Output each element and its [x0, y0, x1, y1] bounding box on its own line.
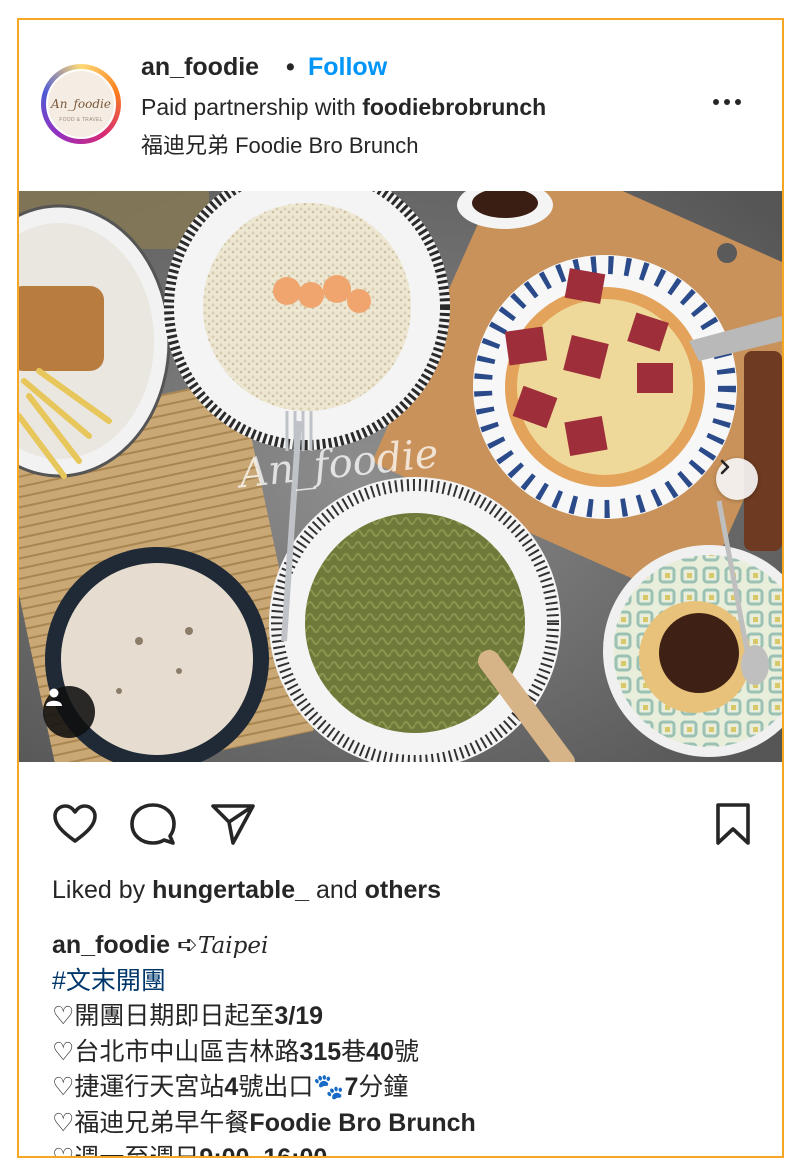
- caption-line: ♡捷運行天宮站4號出口🐾7分鐘: [52, 1070, 762, 1106]
- caption-line: ♡開團日期即日起至3/19: [52, 999, 762, 1035]
- caption-text: 號: [393, 1037, 419, 1066]
- avatar-story-ring[interactable]: An_foodie FOOD & TRAVEL: [41, 64, 121, 144]
- caption-bold-text: 7: [344, 1073, 359, 1101]
- likes-others[interactable]: others: [365, 876, 441, 904]
- partner-link[interactable]: foodiebrobrunch: [362, 94, 546, 120]
- caption-text: 號出口🐾: [238, 1073, 345, 1101]
- likes-prefix: Liked by: [52, 876, 153, 904]
- caption-text: 巷: [341, 1037, 367, 1066]
- post-caption: an_foodie ➪Taipei #文末開團 ♡開團日期即日起至3/19 ♡台…: [52, 928, 762, 1158]
- comment-icon[interactable]: [129, 800, 177, 848]
- caption-header-line: an_foodie ➪Taipei: [52, 928, 762, 964]
- heart-icon[interactable]: [51, 800, 99, 848]
- caption-bold-text: 40: [366, 1037, 394, 1066]
- caption-username[interactable]: an_foodie: [52, 931, 170, 959]
- caption-place: Taipei: [197, 933, 269, 959]
- caption-text: ♡捷運行天宮站: [52, 1073, 225, 1101]
- post-photo[interactable]: An_foodie: [19, 191, 782, 762]
- more-options-icon[interactable]: [707, 82, 747, 122]
- caption-bold-text: 4: [224, 1073, 239, 1101]
- send-icon[interactable]: [209, 800, 257, 848]
- partnership-prefix: Paid partnership with: [141, 94, 363, 120]
- hashtag-link[interactable]: #文末開團: [52, 967, 166, 995]
- user-tag-icon[interactable]: [43, 686, 95, 738]
- follow-button[interactable]: Follow: [308, 53, 387, 82]
- likes-middle: and: [309, 876, 365, 904]
- caption-text: ♡台北市中山區吉林路: [52, 1037, 300, 1066]
- avatar-logo-text: An_foodie: [51, 97, 111, 111]
- header-separator: •: [286, 53, 295, 81]
- caption-hashtag-line: #文末開團: [52, 964, 762, 1000]
- caption-text: ♡福迪兄弟早午餐: [52, 1108, 250, 1137]
- paid-partnership-label: Paid partnership with foodiebrobrunch: [141, 94, 546, 121]
- caption-line: ♡福迪兄弟早午餐Foodie Bro Brunch: [52, 1106, 762, 1142]
- post-header: An_foodie FOOD & TRAVEL an_foodie • Foll…: [19, 20, 782, 191]
- action-bar: [19, 762, 782, 882]
- likes-summary[interactable]: Liked by hungertable_ and others: [52, 876, 441, 905]
- author-username[interactable]: an_foodie: [141, 53, 259, 82]
- avatar-logo-subtext: FOOD & TRAVEL: [59, 117, 103, 123]
- caption-bold-text: 315: [299, 1037, 342, 1066]
- avatar[interactable]: An_foodie FOOD & TRAVEL: [46, 69, 116, 139]
- caption-line: ♡台北市中山區吉林路315巷40號: [52, 1035, 762, 1071]
- caption-text: 分鐘: [358, 1073, 409, 1101]
- location-link[interactable]: 福迪兄弟 Foodie Bro Brunch: [141, 128, 419, 160]
- caption-place-marker: ➪: [170, 931, 198, 959]
- caption-text: ♡週一至週日: [52, 1144, 200, 1158]
- caption-text: ♡開團日期即日起至: [52, 1002, 275, 1030]
- caption-bold-text: 9:00–16:00: [199, 1144, 328, 1158]
- caption-line: ♡週一至週日9:00–16:00: [52, 1141, 762, 1158]
- bookmark-icon[interactable]: [709, 800, 757, 848]
- chevron-right-icon[interactable]: [716, 458, 758, 500]
- liked-by-user[interactable]: hungertable_: [152, 876, 309, 904]
- caption-bold-text: Foodie Bro Brunch: [249, 1108, 476, 1137]
- caption-bold-text: 3/19: [274, 1002, 324, 1030]
- post-card: An_foodie FOOD & TRAVEL an_foodie • Foll…: [17, 18, 784, 1158]
